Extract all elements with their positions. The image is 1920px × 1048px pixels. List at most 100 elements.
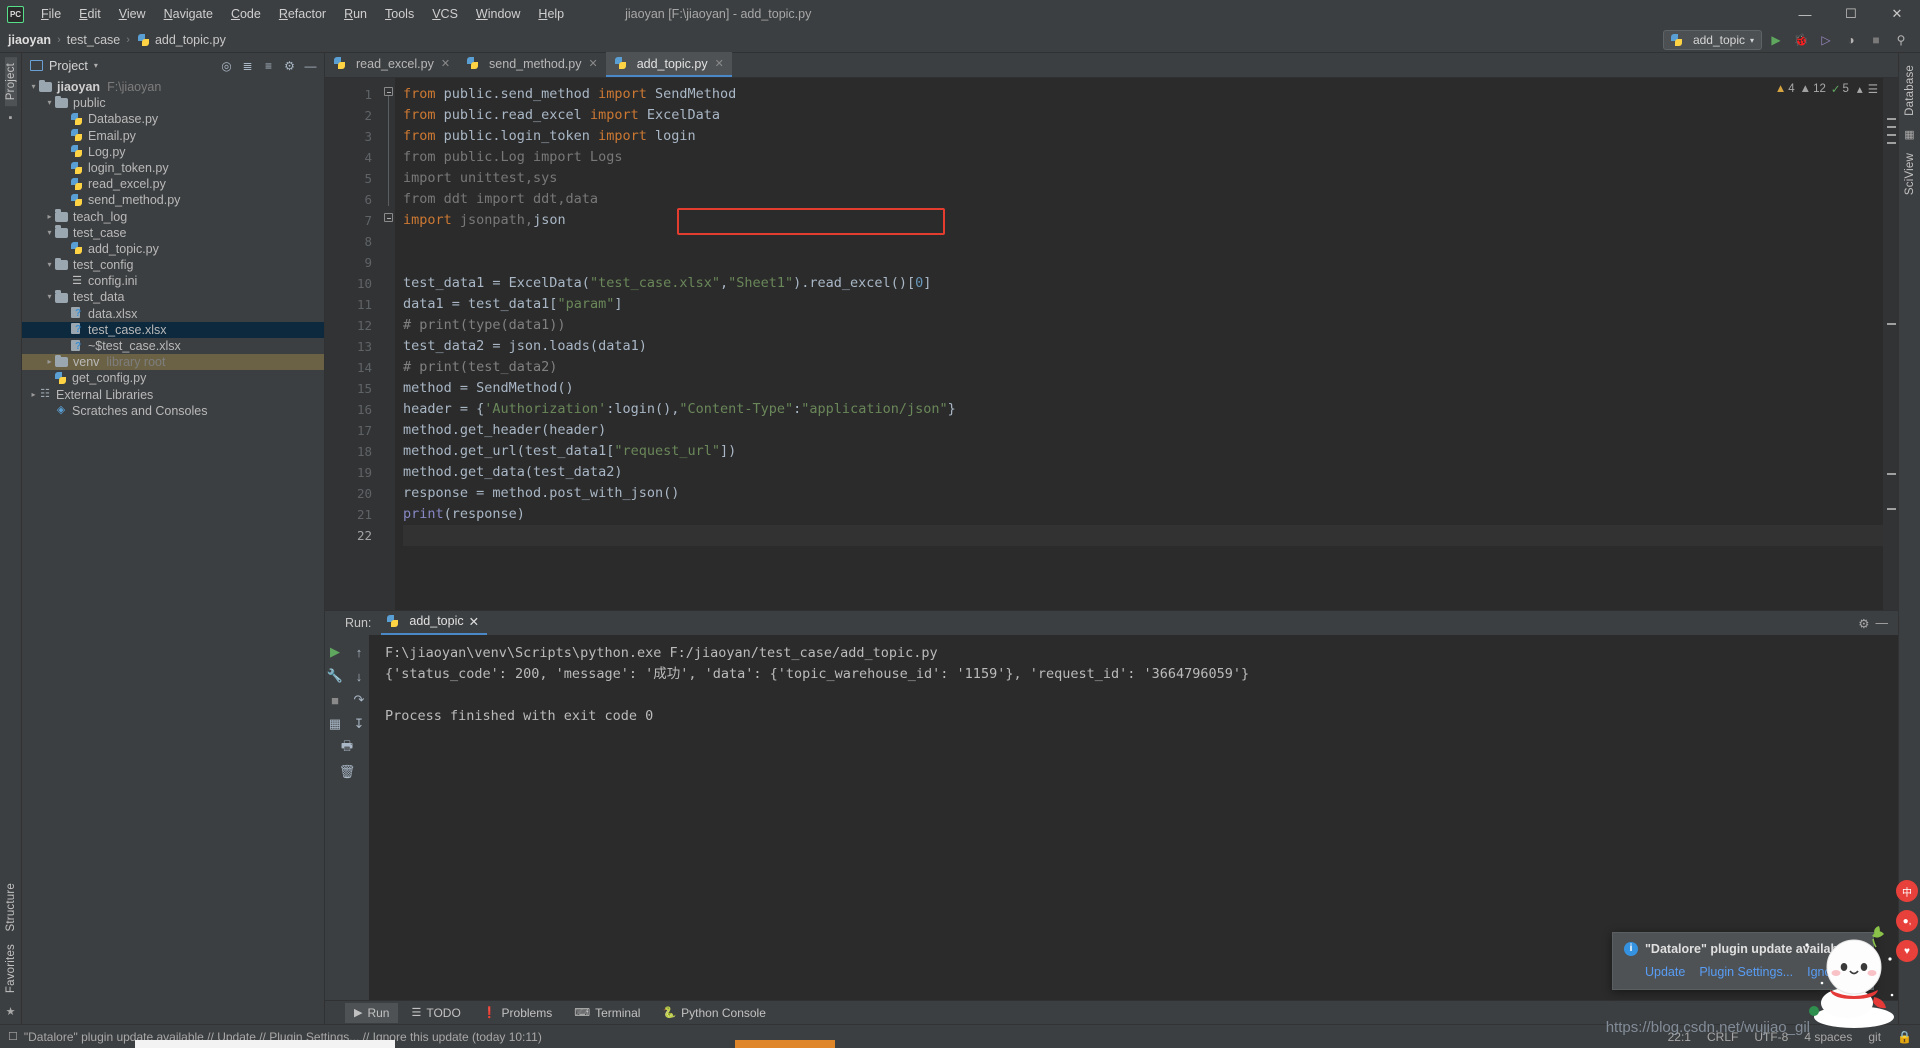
lock-icon[interactable]: 🔒 <box>1897 1030 1912 1044</box>
code-line[interactable] <box>403 252 1898 273</box>
gear-icon[interactable]: ⚙ <box>280 56 299 75</box>
notification-plugin-settings-link[interactable]: Plugin Settings... <box>1699 965 1793 979</box>
stop-icon[interactable]: ■ <box>324 689 346 711</box>
print-icon[interactable]: 🖶 <box>336 737 358 759</box>
menu-item-vcs[interactable]: VCS <box>423 4 467 24</box>
tree-item-log-py[interactable]: Log.py <box>22 144 324 160</box>
minimize-button[interactable]: — <box>1782 0 1828 28</box>
tree-item-read-excel-py[interactable]: read_excel.py <box>22 176 324 192</box>
menu-item-edit[interactable]: Edit <box>70 4 110 24</box>
tree-item-scratches-and-consoles[interactable]: ◈ Scratches and Consoles <box>22 403 324 419</box>
tree-expand-arrow-icon[interactable] <box>28 387 39 403</box>
run-tab-add-topic[interactable]: add_topic ✕ <box>381 612 488 635</box>
profile-button[interactable]: ◑ <box>1840 30 1862 50</box>
run-button[interactable]: ▶ <box>1765 30 1787 50</box>
tree-expand-arrow-icon[interactable] <box>44 225 55 241</box>
menu-item-file[interactable]: File <box>32 4 70 24</box>
chevron-up-icon[interactable]: ▴ <box>1857 82 1863 96</box>
tree-item-jiaoyan[interactable]: jiaoyan F:\jiaoyan <box>22 79 324 95</box>
rerun-icon[interactable]: ▶ <box>324 641 346 663</box>
code-line[interactable]: # print(type(data1)) <box>403 315 1898 336</box>
trash-icon[interactable]: 🗑 <box>336 761 358 783</box>
code-folding-column[interactable] <box>381 78 395 610</box>
tree-expand-arrow-icon[interactable] <box>28 79 39 95</box>
run-configuration-selector[interactable]: add_topic ▾ <box>1662 30 1762 50</box>
tree-item-test-data[interactable]: test_data <box>22 289 324 305</box>
code-line[interactable]: method.get_url(test_data1["request_url"]… <box>403 441 1898 462</box>
breadcrumb-item-file[interactable]: add_topic.py <box>155 33 226 47</box>
menu-item-refactor[interactable]: Refactor <box>270 4 335 24</box>
tree-item-database-py[interactable]: Database.py <box>22 111 324 127</box>
fold-marker-icon[interactable] <box>384 213 393 222</box>
tree-item-data-xlsx[interactable]: data.xlsx <box>22 306 324 322</box>
chevron-down-icon[interactable]: ▾ <box>94 61 98 70</box>
bottom-tab-python-console[interactable]: 🐍 Python Console <box>653 1003 774 1023</box>
tree-expand-arrow-icon[interactable] <box>44 95 55 111</box>
tree-item-test-case[interactable]: test_case <box>22 225 324 241</box>
tree-item-test-config[interactable]: test_config <box>22 257 324 273</box>
fold-marker-icon[interactable] <box>384 87 393 96</box>
debug-button[interactable]: 🐞 <box>1790 30 1812 50</box>
scroll-to-end-icon[interactable]: ↧ <box>348 713 370 735</box>
code-line[interactable]: # print(test_data2) <box>403 357 1898 378</box>
bottom-tab-run[interactable]: ▶ Run <box>345 1002 399 1023</box>
search-everywhere-icon[interactable]: ⚲ <box>1890 30 1912 50</box>
bottom-tab-todo[interactable]: ☰ TODO <box>402 1003 469 1023</box>
menu-item-tools[interactable]: Tools <box>376 4 423 24</box>
tree-item-external-libraries[interactable]: ☷ External Libraries <box>22 387 324 403</box>
inspection-menu-icon[interactable]: ☰ <box>1868 82 1878 96</box>
tree-item-get-config-py[interactable]: get_config.py <box>22 370 324 386</box>
coverage-button[interactable]: ▷ <box>1815 30 1837 50</box>
bottom-tab-terminal[interactable]: ⌨ Terminal <box>565 1003 649 1023</box>
collapse-all-icon[interactable]: ≡ <box>259 56 278 75</box>
code-line[interactable]: response = method.post_with_json() <box>403 483 1898 504</box>
code-line[interactable] <box>403 231 1898 252</box>
code-line[interactable]: from public.send_method import SendMetho… <box>403 84 1898 105</box>
inspection-summary[interactable]: ▲ 4 ▲ 12 ✓ 5 ▴ ☰ <box>1775 82 1878 96</box>
editor-tab-send-method-py[interactable]: send_method.py ✕ <box>458 52 606 77</box>
sidebar-tab-sciview[interactable]: SciView <box>1904 147 1916 201</box>
menu-item-code[interactable]: Code <box>222 4 270 24</box>
code-line[interactable]: print(response) <box>403 504 1898 525</box>
locate-icon[interactable]: ◎ <box>217 56 236 75</box>
editor-tab-add-topic-py[interactable]: add_topic.py ✕ <box>605 52 732 77</box>
code-line[interactable]: method = SendMethod() <box>403 378 1898 399</box>
tree-item-venv[interactable]: venv library root <box>22 354 324 371</box>
code-line[interactable]: header = {'Authorization':login(),"Conte… <box>403 399 1898 420</box>
tree-item--test-case-xlsx[interactable]: ~$test_case.xlsx <box>22 338 324 354</box>
indent-setting[interactable]: 4 spaces <box>1804 1030 1852 1044</box>
tree-item-add-topic-py[interactable]: add_topic.py <box>22 241 324 257</box>
code-content[interactable]: from public.send_method import SendMetho… <box>395 78 1898 610</box>
menu-item-view[interactable]: View <box>110 4 155 24</box>
gear-icon[interactable]: ⚙ <box>1858 616 1869 631</box>
close-button[interactable]: ✕ <box>1874 0 1920 28</box>
maximize-button[interactable]: ☐ <box>1828 0 1874 28</box>
tree-expand-arrow-icon[interactable] <box>44 354 55 370</box>
sidebar-tab-database[interactable]: Database <box>1904 59 1916 122</box>
tree-expand-arrow-icon[interactable] <box>44 257 55 273</box>
code-line[interactable]: method.get_data(test_data2) <box>403 462 1898 483</box>
code-line[interactable]: test_data1 = ExcelData("test_case.xlsx",… <box>403 273 1898 294</box>
close-icon[interactable]: ✕ <box>715 57 724 70</box>
code-line[interactable]: test_data2 = json.loads(data1) <box>403 336 1898 357</box>
code-line[interactable] <box>403 525 1898 546</box>
tree-expand-arrow-icon[interactable] <box>44 209 55 225</box>
menu-item-navigate[interactable]: Navigate <box>155 4 222 24</box>
vcs-branch[interactable]: git <box>1868 1030 1881 1044</box>
sidebar-tab-favorites[interactable]: Favorites <box>5 938 17 999</box>
code-line[interactable]: method.get_header(header) <box>403 420 1898 441</box>
tree-item-config-ini[interactable]: ☰ config.ini <box>22 273 324 289</box>
tree-expand-arrow-icon[interactable] <box>44 289 55 305</box>
tree-item-teach-log[interactable]: teach_log <box>22 209 324 225</box>
notification-update-link[interactable]: Update <box>1645 965 1685 979</box>
code-line[interactable]: from public.login_token import login <box>403 126 1898 147</box>
bottom-tab-problems[interactable]: ❗ Problems <box>474 1003 561 1023</box>
dump-threads-icon[interactable]: ▦ <box>324 713 346 735</box>
tree-item-public[interactable]: public <box>22 95 324 111</box>
folder-rail-icon[interactable]: ▪ <box>9 112 13 124</box>
code-line[interactable]: from public.read_excel import ExcelData <box>403 105 1898 126</box>
code-line[interactable]: data1 = test_data1["param"] <box>403 294 1898 315</box>
scroll-down-icon[interactable]: ↓ <box>348 665 370 687</box>
tree-item-test-case-xlsx[interactable]: test_case.xlsx <box>22 321 324 338</box>
menu-item-run[interactable]: Run <box>335 4 376 24</box>
